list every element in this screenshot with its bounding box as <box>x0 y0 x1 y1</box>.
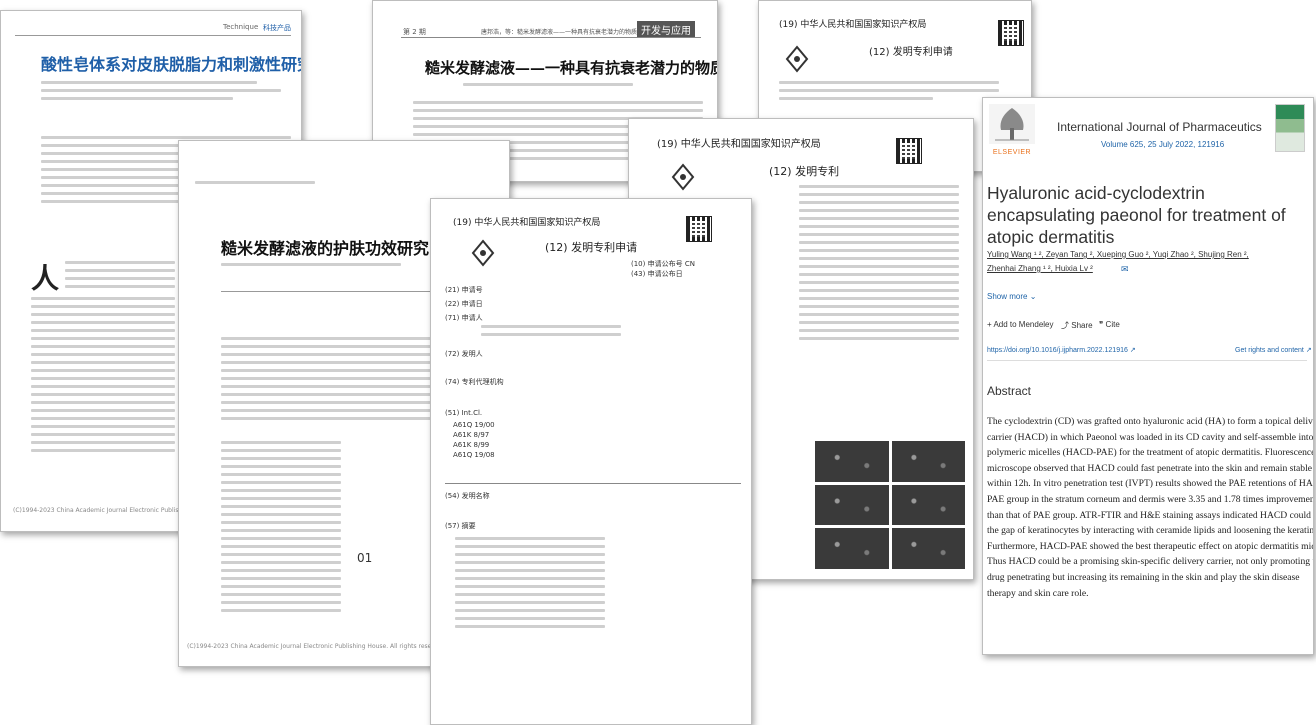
abstract-rule <box>445 483 741 484</box>
abstract-body: The cyclodextrin (CD) was grafted onto h… <box>987 414 1314 601</box>
abstract-line: carrier (HACD) in which Paeonol was load… <box>987 431 1314 443</box>
section-number: 01 <box>357 551 373 565</box>
author-lines <box>41 81 281 105</box>
patent-kind: (12) 发明专利申请 <box>869 47 953 58</box>
quote-icon: ❞ <box>1099 320 1104 329</box>
email-icon[interactable]: ✉ <box>1121 264 1129 275</box>
header-lines <box>195 181 315 189</box>
patent-field: (71) 申请人 <box>445 314 483 322</box>
ipc-code: A61Q 19/00 <box>453 421 495 429</box>
national-emblem-icon <box>671 163 695 191</box>
section-badge: 开发与应用 <box>637 21 695 38</box>
abstract-line: than that of PAE group. ATR-FTIR and H&E… <box>987 509 1314 521</box>
journal-header: Technique <box>223 23 259 31</box>
doi-link[interactable]: https://doi.org/10.1016/j.ijpharm.2022.1… <box>987 346 1136 354</box>
plus-icon: + <box>987 320 992 329</box>
running-header: 唐邦浩，等：糙米发酵滤液——一种具有抗衰老潜力的物质 <box>481 29 638 36</box>
patent-office: (19) 中华人民共和国国家知识产权局 <box>453 218 601 228</box>
abstract-line: drug penetrating but increasing its rema… <box>987 571 1300 583</box>
patent-fields <box>779 81 999 105</box>
patent-field: (51) Int.Cl. <box>445 409 483 417</box>
paper-title: 酸性皂体系对皮肤脱脂力和刺激性研究 <box>41 55 302 74</box>
volume-info[interactable]: Volume 625, 25 July 2022, 121916 <box>1101 140 1224 149</box>
national-emblem-icon <box>785 45 809 73</box>
paper-title: 糙米发酵滤液——一种具有抗衰老潜力的物质 <box>425 59 718 77</box>
external-link-icon: ↗ <box>1129 347 1136 354</box>
body-lines <box>221 441 341 617</box>
paper-title: 糙米发酵滤液的护肤功效研究 <box>221 239 430 258</box>
cite-button[interactable]: ❞ Cite <box>1099 320 1120 329</box>
abstract-line: The cyclodextrin (CD) was grafted onto h… <box>987 416 1314 427</box>
microscopy-figure <box>815 441 965 569</box>
rights-label: Get rights and content <box>1235 347 1304 354</box>
abstract-heading: Abstract <box>987 384 1032 398</box>
share-icon: ⤴ <box>1061 321 1069 330</box>
author-lines <box>463 83 633 91</box>
show-more-label: Show more <box>987 292 1028 301</box>
doi-label: https://doi.org/10.1016/j.ijpharm.2022.1… <box>987 347 1128 354</box>
patent-kind: (12) 发明专利申请 <box>545 241 638 254</box>
patent-field: (74) 专利代理机构 <box>445 378 504 386</box>
header-rule <box>15 35 291 36</box>
qr-code-icon <box>998 20 1024 46</box>
abstract-lines <box>455 537 605 633</box>
abstract-line: polymeric micelles (HACD-PAE) for the tr… <box>987 447 1314 459</box>
journal-name[interactable]: International Journal of Pharmaceutics <box>1057 120 1262 134</box>
chevron-down-icon: ⌄ <box>1029 292 1037 301</box>
divider <box>987 360 1307 361</box>
patent-field: (21) 申请号 <box>445 286 483 294</box>
patent-fields <box>799 185 959 345</box>
publisher-name: ELSEVIER <box>992 149 1032 156</box>
rights-link[interactable]: Get rights and content ↗ <box>1235 346 1312 354</box>
patent-field: (43) 申请公布日 <box>631 270 683 278</box>
journal-cover-thumbnail[interactable] <box>1275 104 1305 152</box>
body-lines <box>65 261 175 293</box>
patent-field: (72) 发明人 <box>445 350 483 358</box>
ipc-code: A61Q 19/08 <box>453 451 495 459</box>
author-list[interactable]: Zhenhai Zhang ¹ ², Huixia Lv ² <box>987 264 1093 273</box>
qr-code-icon <box>686 216 712 242</box>
ipc-code: A61K 8/97 <box>453 431 490 439</box>
patent-office: (19) 中华人民共和国国家知识产权局 <box>779 20 927 30</box>
abstract-line: Thus HACD could be a promising skin-spec… <box>987 556 1314 568</box>
abstract-line: the gap of keratinocytes by interacting … <box>987 525 1314 537</box>
author-list[interactable]: Yuling Wang ¹ ², Zeyan Tang ², Xueping G… <box>987 250 1249 259</box>
patent-field: (22) 申请日 <box>445 300 483 308</box>
external-link-icon: ↗ <box>1305 347 1312 354</box>
patent-office: (19) 中华人民共和国国家知识产权局 <box>657 139 821 150</box>
share-label: Share <box>1071 321 1093 330</box>
share-button[interactable]: ⤴ Share <box>1061 320 1093 331</box>
ipc-code: A61K 8/99 <box>453 441 490 449</box>
abstract-line: Furthermore, HACD-PAE showed the best th… <box>987 540 1314 552</box>
drop-cap: 人 <box>31 262 60 295</box>
article-title: Hyaluronic acid-cyclodextrin encapsulati… <box>987 183 1286 247</box>
abstract-line: microscope observed that HACD could fast… <box>987 462 1313 474</box>
abstract-label: (57) 摘要 <box>445 522 476 530</box>
patent-field: (10) 申请公布号 CN <box>631 260 695 268</box>
journal-issue: 第 2 期 <box>403 28 426 36</box>
elsevier-logo: ELSEVIER <box>989 104 1035 156</box>
journal-tag: 科技产品 <box>263 24 291 32</box>
copyright-footer: (C)1994-2023 China Academic Journal Elec… <box>187 643 447 650</box>
invention-title-label: (54) 发明名称 <box>445 492 490 500</box>
mendeley-label: Add to Mendeley <box>993 320 1054 329</box>
article-page-hyaluronic-acid[interactable]: ELSEVIER International Journal of Pharma… <box>982 97 1314 655</box>
abstract-line: within 12h. In vitro penetration test (I… <box>987 478 1314 490</box>
show-more-button[interactable]: Show more ⌄ <box>987 292 1036 301</box>
add-to-mendeley-button[interactable]: + Add to Mendeley <box>987 320 1054 329</box>
qr-code-icon <box>896 138 922 164</box>
national-emblem-icon <box>471 239 495 267</box>
author-lines <box>221 263 401 271</box>
body-lines-left <box>31 297 175 457</box>
patent-page-front[interactable]: (19) 中华人民共和国国家知识产权局 (12) 发明专利申请 (10) 申请公… <box>430 198 752 725</box>
abstract-line: therapy and skin care role. <box>987 587 1089 599</box>
applicant-lines <box>481 325 621 341</box>
abstract-line: PAE group in the stratum corneum and der… <box>987 493 1314 505</box>
cite-label: Cite <box>1105 320 1120 329</box>
header-rule <box>401 37 701 38</box>
patent-kind: (12) 发明专利 <box>769 165 840 178</box>
